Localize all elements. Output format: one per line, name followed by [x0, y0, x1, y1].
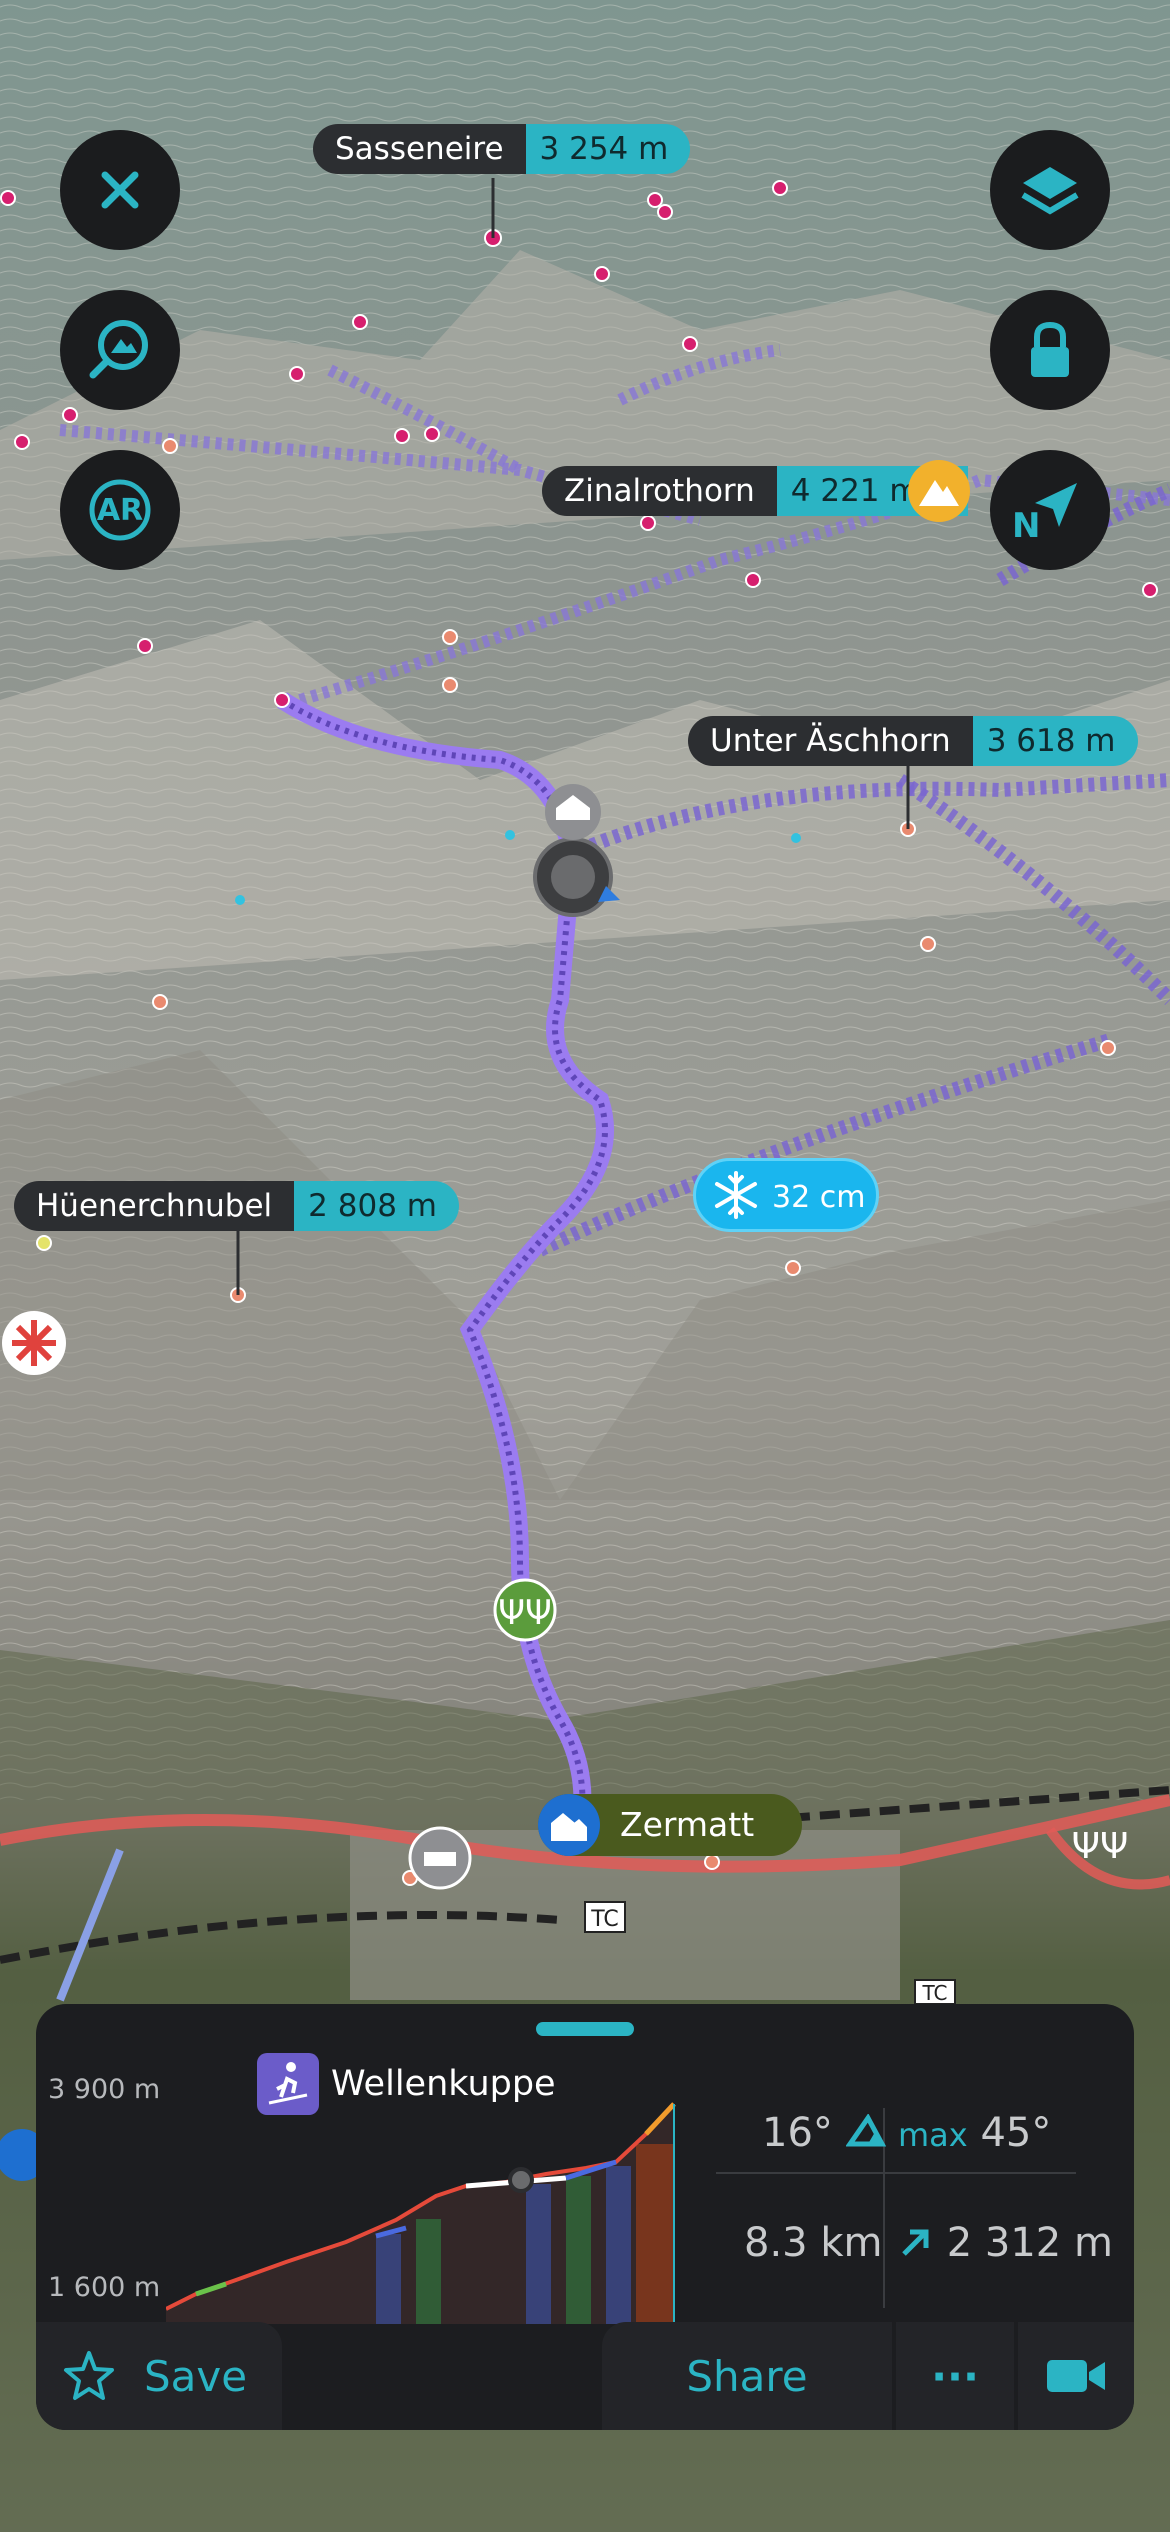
- peak-label-zinalrothorn[interactable]: Zinalrothorn 4 221 m: [542, 460, 970, 522]
- slope-value: 16°: [762, 2110, 833, 2156]
- tc-label: TC: [590, 1907, 619, 1932]
- tc-label: TC: [921, 1981, 947, 2005]
- peak-elevation: 3 618 m: [972, 716, 1138, 766]
- max-slope-value: 45°: [980, 2110, 1052, 2156]
- snow-depth-value: 32 cm: [772, 1180, 866, 1215]
- village-icon: [538, 1794, 600, 1856]
- compass-button[interactable]: N: [990, 450, 1110, 570]
- place-label-zermatt[interactable]: Zermatt: [538, 1794, 803, 1856]
- ar-label: AR: [96, 492, 144, 528]
- max-label: max: [898, 2116, 968, 2154]
- peak-name: Zinalrothorn: [542, 466, 777, 516]
- ascent-value: 2 312 m: [946, 2220, 1113, 2266]
- snow-depth-badge[interactable]: 32 cm: [693, 1158, 879, 1232]
- peak-search-button[interactable]: [60, 290, 180, 410]
- lock-icon: [1031, 321, 1069, 377]
- action-bar: Save Share ···: [36, 2322, 1134, 2430]
- peak-name: Unter Äschhorn: [688, 716, 973, 766]
- slope-icon: [844, 2113, 886, 2147]
- video-camera-icon: [1047, 2360, 1105, 2392]
- summit-badge-icon: [907, 460, 970, 522]
- elevation-min-label: 1 600 m: [48, 2272, 161, 2303]
- route-sheet[interactable]: 3 900 m 1 600 m Wellenkuppe 16° max 45° …: [36, 2004, 1134, 2430]
- star-icon: [64, 2351, 114, 2400]
- compass-north-label: N: [1012, 506, 1041, 546]
- close-icon: [101, 171, 139, 209]
- peak-elevation: 3 254 m: [525, 124, 691, 174]
- peak-elevation: 2 808 m: [294, 1181, 459, 1231]
- sheet-handle[interactable]: [536, 2022, 634, 2036]
- max-slope-stat: max 45°: [898, 2110, 1051, 2156]
- save-button[interactable]: Save: [36, 2322, 282, 2430]
- distance-stat: 8.3 km: [744, 2220, 883, 2266]
- svg-text:ΨΨ: ΨΨ: [1072, 1826, 1129, 1867]
- snowflake-icon: [715, 1171, 757, 1219]
- layers-button[interactable]: [990, 130, 1110, 250]
- slope-stat: 16°: [762, 2110, 886, 2156]
- elevation-max-label: 3 900 m: [48, 2074, 161, 2105]
- more-label: ···: [931, 2351, 979, 2401]
- elevation-profile[interactable]: [166, 2094, 676, 2324]
- close-button[interactable]: [60, 130, 180, 250]
- lock-button[interactable]: [990, 290, 1110, 410]
- ascent-arrow-icon: [902, 2229, 929, 2256]
- mountain-search-icon: [89, 320, 148, 379]
- peak-label-unter-aeschhorn[interactable]: Unter Äschhorn 3 618 m: [688, 716, 1138, 766]
- save-label: Save: [144, 2351, 248, 2401]
- stats-divider: [716, 2172, 1076, 2174]
- more-button[interactable]: ···: [896, 2322, 1014, 2430]
- video-button[interactable]: [1018, 2322, 1134, 2430]
- peak-label-sasseneire[interactable]: Sasseneire 3 254 m: [313, 124, 691, 174]
- share-button[interactable]: Share: [602, 2322, 892, 2430]
- place-name: Zermatt: [620, 1805, 755, 1844]
- layers-icon: [1021, 167, 1079, 215]
- share-label: Share: [686, 2351, 808, 2401]
- peak-name: Hüenerchnubel: [14, 1181, 295, 1231]
- peak-label-huenerchnubel[interactable]: Hüenerchnubel 2 808 m: [14, 1181, 459, 1231]
- ar-button[interactable]: AR: [60, 450, 180, 570]
- peak-name: Sasseneire: [313, 124, 526, 174]
- ascent-stat: 2 312 m: [898, 2220, 1113, 2266]
- svg-text:ΨΨ: ΨΨ: [498, 1593, 552, 1633]
